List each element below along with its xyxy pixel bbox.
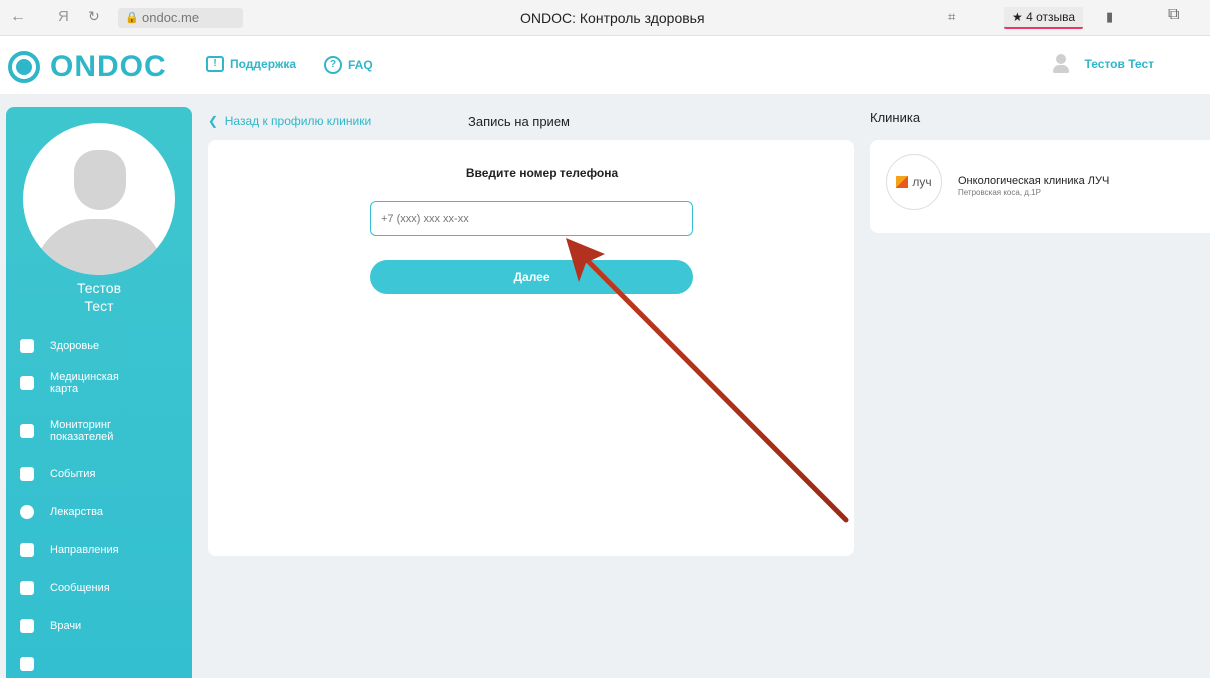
sidebar-item-label: Медицинская карта [50,371,119,395]
heart-icon [20,339,34,353]
medical-card-icon [20,376,34,390]
sidebar-item-referrals[interactable]: Направления [20,543,119,557]
support-link[interactable]: ! Поддержка [206,56,296,72]
form-title: Запись на прием [468,114,570,129]
clinic-name: Онкологическая клиника ЛУЧ [958,175,1110,187]
support-label: Поддержка [230,57,297,71]
phone-input[interactable] [370,201,693,236]
faq-label: FAQ [348,58,373,72]
sidebar-item-label: События [50,468,96,480]
extension-icon[interactable]: ⧉ [1168,6,1179,24]
sidebar-item-more[interactable] [20,657,50,671]
chevron-left-icon: ❮ [208,114,219,128]
bookmark-icon[interactable]: ▮ [1106,9,1113,25]
question-icon: ? [324,56,342,74]
sidebar-item-events[interactable]: События [20,467,95,481]
first-name: Тестов [76,280,122,296]
sidebar-item-doctors[interactable]: Врачи [20,619,81,633]
chat-icon [20,581,34,595]
logo[interactable]: ONDOC [8,50,167,84]
back-link-label: Назад к профилю клиники [224,114,372,128]
logo-text: ONDOC [50,50,167,83]
appointment-card: Введите номер телефона Далее [208,140,854,556]
support-icon: ! [206,56,224,72]
sidebar-item-messages[interactable]: Сообщения [20,581,110,595]
yandex-icon[interactable]: Я [58,8,69,25]
last-name: Тест [84,298,114,314]
sidebar-item-label: Врачи [50,620,82,632]
lock-icon: 🔒 [125,12,139,24]
phone-prompt: Введите номер телефона [465,166,619,180]
address-bar[interactable]: 🔒 ondoc.me [118,8,243,28]
sidebar-item-medicines[interactable]: Лекарства [20,505,103,519]
sidebar-item-label: Мониторинг показателей [50,419,114,443]
reload-icon[interactable]: ↻ [88,8,100,25]
user-menu[interactable]: Тестов Тест [1052,54,1154,74]
clinic-heading: Клиника [870,110,921,125]
user-icon [1052,54,1069,74]
avatar[interactable] [23,123,175,275]
sidebar-item-label: Сообщения [50,582,110,594]
user-name: Тестов Тест [1084,57,1154,71]
sidebar-item-monitoring[interactable]: Мониторинг показателей [20,419,130,443]
sidebar-item-label: Направления [50,544,119,556]
sidebar-item-health[interactable]: Здоровье [20,339,99,353]
page-title: ONDOC: Контроль здоровья [520,10,705,26]
next-button[interactable]: Далее [370,260,693,294]
monitoring-icon [20,424,34,438]
pills-icon [20,505,34,519]
app-header: ONDOC ! Поддержка ? FAQ Тестов Тест [0,36,1210,94]
grid-icon [20,657,34,671]
sidebar-item-label: Лекарства [50,506,104,518]
back-link[interactable]: ❮ Назад к профилю клиники [208,114,371,128]
calendar-icon [20,467,34,481]
reviews-badge[interactable]: ★ 4 отзыва [1004,7,1084,29]
clinic-logo-text: луч [912,175,932,189]
clinic-address: Петровская коса, д.1Р [958,188,1041,197]
clipboard-icon [20,543,34,557]
clinic-card[interactable]: луч Онкологическая клиника ЛУЧ Петровска… [870,140,1210,233]
doctor-icon [20,619,34,633]
sidebar-item-label: Здоровье [50,340,100,352]
sidebar: Тестов Тест Здоровье Медицинская карта М… [6,107,192,678]
translate-icon[interactable]: ⌗ [948,9,955,25]
browser-toolbar: ← Я ↻ 🔒 ondoc.me ONDOC: Контроль здоровь… [0,0,1210,36]
sidebar-user-name: Тестов Тест [6,279,192,315]
logo-icon [8,51,40,83]
address-text: ondoc.me [142,10,200,25]
clinic-logo-mark-icon [896,176,909,188]
clinic-logo: луч [886,154,942,210]
faq-link[interactable]: ? FAQ [324,56,373,74]
back-arrow-icon[interactable]: ← [10,8,26,26]
sidebar-item-medical-card[interactable]: Медицинская карта [20,371,130,395]
